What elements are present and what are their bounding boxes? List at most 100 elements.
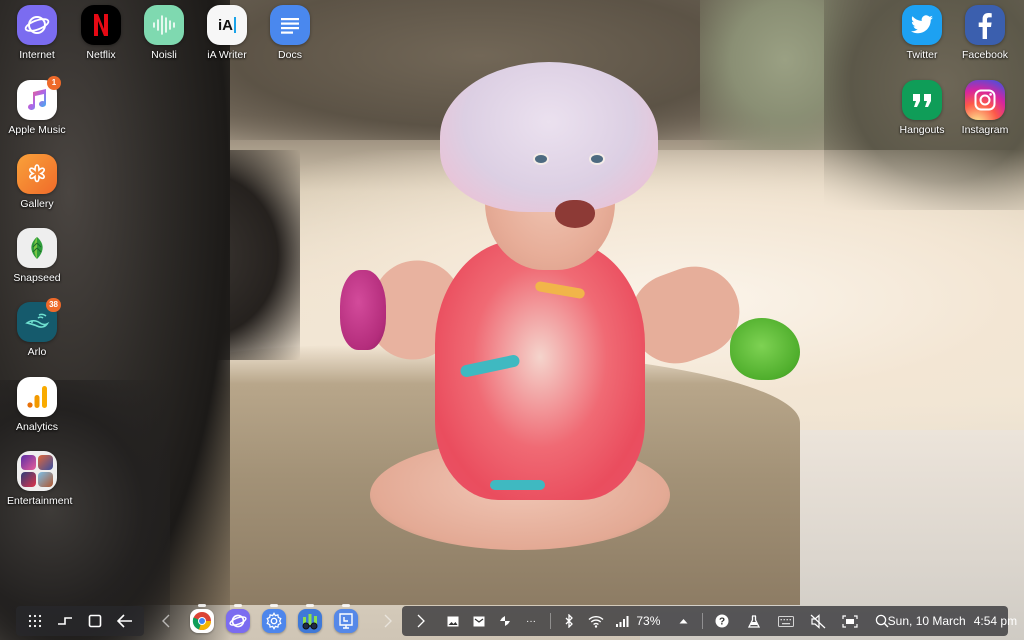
expand-notifications-button[interactable]	[410, 608, 432, 634]
home-button[interactable]	[82, 608, 108, 634]
dock-app-internet[interactable]	[226, 604, 250, 633]
gallery-flower-icon	[17, 154, 57, 194]
bluetooth-icon	[565, 614, 574, 628]
help-button[interactable]: ?	[711, 608, 733, 634]
mute-icon	[810, 613, 826, 629]
app-label: Netflix	[86, 49, 116, 61]
dock-scroll-right-button[interactable]	[382, 612, 394, 630]
signal-icon	[615, 616, 629, 627]
gallery-notification[interactable]	[442, 608, 464, 634]
gallery-notification-icon	[447, 616, 459, 626]
pinned-indicator	[198, 604, 206, 607]
app-snapseed[interactable]: Snapseed	[5, 228, 69, 284]
pinned-indicator	[342, 604, 350, 607]
battery-percent: 73%	[636, 614, 661, 628]
chevron-left-icon	[162, 614, 170, 628]
app-label: Hangouts	[899, 124, 945, 136]
app-label: Entertainment	[7, 495, 73, 507]
baby-mouth	[555, 200, 595, 228]
swimsuit-pattern	[490, 480, 545, 490]
dock-app-finder[interactable]	[298, 604, 322, 633]
app-label: Facebook	[961, 49, 1009, 61]
recents-button[interactable]	[52, 608, 78, 634]
folder-app-thumbnail	[38, 472, 53, 487]
folder-app-thumbnail	[38, 455, 53, 470]
quick-panel-toggle[interactable]	[672, 608, 694, 634]
app-label: Gallery	[20, 198, 54, 210]
apps-grid-button[interactable]	[22, 608, 48, 634]
apps-grid-icon	[28, 614, 42, 628]
pinned-indicator	[270, 604, 278, 607]
screenshot-icon	[842, 614, 858, 628]
dex-screen-icon	[339, 613, 353, 629]
wallpaper-baby	[340, 60, 810, 550]
internet-planet-icon	[17, 5, 57, 45]
recents-icon	[58, 617, 72, 625]
app-label: Instagram	[961, 124, 1009, 136]
ia-writer-icon: iA	[207, 5, 247, 45]
date-text: Sun, 10 March	[887, 614, 966, 628]
twitter-bird-icon	[902, 5, 942, 45]
baby-sun-hat	[440, 62, 658, 212]
navigation-bar	[16, 606, 144, 636]
more-notifications[interactable]: ···	[520, 608, 542, 634]
pink-toy	[340, 270, 386, 350]
email-notification-icon	[473, 616, 485, 626]
app-netflix[interactable]: Netflix	[69, 5, 133, 61]
app-docs[interactable]: Docs	[258, 5, 322, 61]
app-noisli[interactable]: Noisli	[132, 5, 196, 61]
app-twitter[interactable]: Twitter	[890, 5, 954, 61]
bluetooth-status[interactable]	[559, 608, 581, 634]
help-icon: ?	[715, 614, 729, 628]
netflix-icon	[81, 5, 121, 45]
dock-app-chrome[interactable]	[190, 604, 214, 633]
lab-flask-icon	[747, 614, 760, 628]
baby-eye	[533, 153, 549, 165]
pinned-indicator	[306, 604, 314, 607]
system-tray: ··· 73% ? Sun, 10 March 4:54 pm	[402, 606, 1017, 636]
email-notification[interactable]	[468, 608, 490, 634]
pinned-indicator	[234, 604, 242, 607]
app-arlo[interactable]: 38 Arlo	[5, 298, 69, 358]
app-label: Apple Music	[8, 124, 66, 136]
app-hangouts[interactable]: Hangouts	[890, 80, 954, 136]
app-apple-music[interactable]: 1 Apple Music	[5, 76, 69, 136]
back-button[interactable]	[112, 608, 138, 634]
hangouts-quote-icon	[902, 80, 942, 120]
screenshot-button[interactable]	[839, 608, 861, 634]
pinwheel-notification[interactable]	[494, 608, 516, 634]
chrome-icon	[192, 612, 212, 631]
app-internet[interactable]: Internet	[5, 5, 69, 61]
keyboard-button[interactable]	[775, 608, 797, 634]
folder-app-thumbnail	[21, 472, 36, 487]
volume-button[interactable]	[807, 608, 829, 634]
signal-status[interactable]	[611, 608, 633, 634]
labs-button[interactable]	[743, 608, 765, 634]
noisli-soundwave-icon	[144, 5, 184, 45]
folder-entertainment[interactable]: Entertainment	[5, 451, 73, 507]
notification-badge: 1	[47, 76, 61, 90]
home-square-icon	[88, 614, 102, 628]
settings-gear-icon	[266, 612, 282, 630]
back-arrow-icon	[117, 614, 132, 628]
dock-scroll-left-button[interactable]	[160, 612, 172, 630]
app-facebook[interactable]: Facebook	[953, 5, 1017, 61]
app-label: Noisli	[151, 49, 177, 61]
app-analytics[interactable]: Analytics	[5, 377, 69, 433]
chevron-right-icon	[417, 614, 425, 628]
app-instagram[interactable]: Instagram	[953, 80, 1017, 136]
app-label: Internet	[19, 49, 55, 61]
wifi-status[interactable]	[585, 608, 607, 634]
svg-text:?: ?	[719, 617, 725, 628]
battery-status[interactable]: 73%	[636, 608, 664, 634]
tray-divider	[550, 613, 551, 629]
analytics-bars-icon	[17, 377, 57, 417]
arlo-bird-icon: 38	[17, 298, 61, 342]
dock-app-samsung-dex[interactable]	[334, 604, 358, 633]
app-ia-writer[interactable]: iA iA Writer	[195, 5, 259, 61]
app-label: Analytics	[15, 421, 58, 433]
dock-app-settings[interactable]	[262, 604, 286, 633]
clock[interactable]: Sun, 10 March 4:54 pm	[888, 608, 1017, 634]
folder-icon	[17, 451, 57, 491]
app-gallery[interactable]: Gallery	[5, 154, 69, 210]
